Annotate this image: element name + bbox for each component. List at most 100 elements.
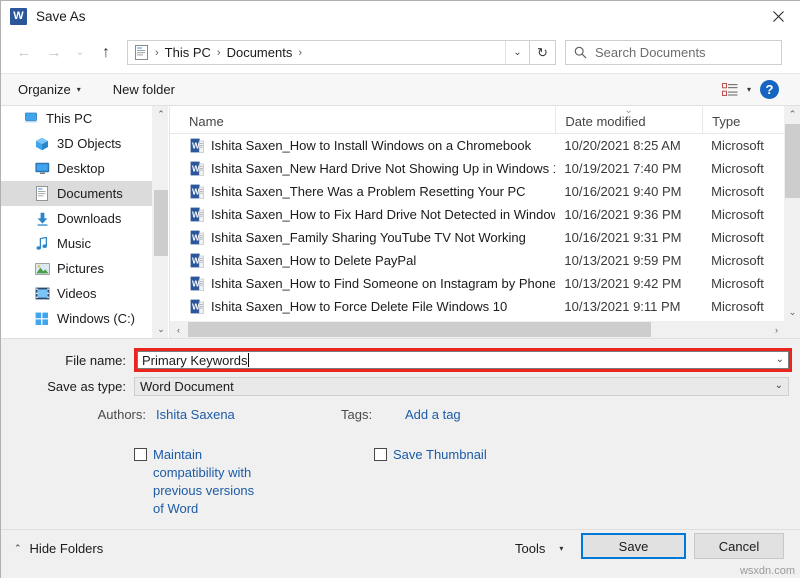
save-as-type-value: Word Document (140, 379, 234, 394)
sidebar-item-desktop[interactable]: Desktop (1, 156, 152, 181)
save-thumbnail-label: Save Thumbnail (393, 446, 487, 464)
scroll-down-chevron-down-icon[interactable]: ⌄ (153, 321, 169, 338)
save-thumbnail-checkbox[interactable] (374, 448, 387, 461)
sidebar-item-windows-c[interactable]: Windows (C:) (1, 306, 152, 331)
help-button[interactable]: ? (760, 80, 779, 99)
save-as-type-chevron-down-icon[interactable]: ⌄ (775, 380, 783, 391)
table-row[interactable]: W Ishita Saxen_How to Delete PayPal 10/1… (170, 249, 800, 272)
authors-value[interactable]: Ishita Saxena (156, 407, 235, 422)
sidebar-scrollbar-thumb[interactable] (154, 190, 168, 256)
save-thumbnail-checkbox-group[interactable]: Save Thumbnail (374, 446, 487, 464)
sidebar-item-3d-objects[interactable]: 3D Objects (1, 131, 152, 156)
svg-text:W: W (192, 187, 200, 196)
word-doc-icon: W (189, 299, 205, 315)
sidebar-scrollbar[interactable]: ⌃ ⌄ (152, 106, 168, 338)
save-button[interactable]: Save (581, 533, 686, 559)
view-options-icon[interactable] (722, 83, 738, 97)
file-date-modified: 10/20/2021 8:25 AM (555, 138, 702, 153)
scroll-right-chevron-right-icon[interactable]: › (768, 321, 785, 338)
up-arrow-icon[interactable]: ↑ (91, 38, 121, 68)
new-folder-button[interactable]: New folder (113, 82, 175, 97)
maintain-compatibility-checkbox[interactable] (134, 448, 147, 461)
search-input[interactable]: Search Documents (565, 40, 782, 65)
tools-button[interactable]: Tools ▾ (515, 541, 563, 556)
word-doc-icon: W (189, 184, 205, 200)
breadcrumb-separator: › (155, 47, 159, 59)
sidebar-item-downloads[interactable]: Downloads (1, 206, 152, 231)
table-row[interactable]: W Ishita Saxen_Family Sharing YouTube TV… (170, 226, 800, 249)
music-icon (34, 236, 50, 252)
scroll-left-chevron-left-icon[interactable]: ‹ (170, 321, 187, 338)
view-options-chevron-down-icon[interactable]: ▾ (747, 85, 751, 94)
file-date-modified: 10/16/2021 9:36 PM (555, 207, 702, 222)
sidebar-item-this-pc[interactable]: This PC (1, 106, 152, 131)
close-icon[interactable] (755, 1, 800, 32)
save-as-type-label: Save as type: (1, 379, 134, 394)
scroll-up-chevron-up-icon[interactable]: ⌃ (153, 106, 169, 123)
file-date-modified: 10/19/2021 7:40 PM (555, 161, 702, 176)
word-doc-icon: W (189, 276, 205, 292)
title-bar: W Save As (1, 1, 800, 32)
view-options-group: ▾ ? (722, 80, 793, 99)
sidebar-item-music[interactable]: Music (1, 231, 152, 256)
command-toolbar: Organize ▾ New folder ▾ ? (1, 73, 800, 106)
organize-label: Organize (18, 82, 71, 97)
save-as-type-select[interactable]: Word Document ⌄ (134, 377, 789, 396)
horizontal-scrollbar-thumb[interactable] (188, 322, 651, 337)
file-list-vertical-scrollbar[interactable]: ⌃ ⌄ (784, 106, 800, 338)
scroll-down-chevron-down-icon[interactable]: ⌄ (784, 304, 800, 321)
file-date-modified: 10/16/2021 9:31 PM (555, 230, 702, 245)
svg-text:W: W (192, 256, 200, 265)
drive-icon (34, 311, 50, 327)
table-row[interactable]: W Ishita Saxen_How to Install Windows on… (170, 134, 800, 157)
file-name-input[interactable]: Primary Keywords ⌄ (137, 351, 789, 369)
tags-label: Tags: (341, 407, 372, 422)
maintain-compatibility-label: Maintain compatibility with previous ver… (153, 446, 259, 518)
breadcrumb-chevron-down-icon[interactable]: ⌄ (505, 41, 529, 64)
forward-icon[interactable]: → (39, 38, 69, 68)
column-header-name[interactable]: Name (170, 105, 555, 133)
dialog-footer: ⌃ Hide Folders Tools ▾ Save Cancel wsxdn… (1, 529, 800, 578)
table-row[interactable]: W Ishita Saxen_There Was a Problem Reset… (170, 180, 800, 203)
word-doc-icon: W (189, 253, 205, 269)
hide-folders-button[interactable]: ⌃ Hide Folders (14, 541, 103, 556)
maintain-compatibility-checkbox-group[interactable]: Maintain compatibility with previous ver… (134, 446, 259, 518)
file-name: Ishita Saxen_How to Fix Hard Drive Not D… (211, 207, 555, 222)
this-pc-icon (23, 111, 39, 127)
breadcrumb-item-documents[interactable]: Documents (227, 45, 293, 60)
navigation-pane: This PC 3D Objects (1, 106, 152, 338)
sidebar-item-videos[interactable]: Videos (1, 281, 152, 306)
column-header-date-modified[interactable]: ⌄ Date modified (555, 105, 702, 133)
organize-button[interactable]: Organize ▾ (18, 82, 81, 97)
chevron-down-icon: ▾ (77, 85, 81, 94)
breadcrumb-item-this-pc[interactable]: This PC (165, 45, 211, 60)
chevron-down-icon: ▾ (559, 544, 563, 553)
file-scrollbar-thumb[interactable] (785, 124, 800, 198)
text-cursor (248, 353, 249, 367)
sidebar-item-pictures[interactable]: Pictures (1, 256, 152, 281)
recent-locations-chevron-down-icon[interactable]: ⌄ (69, 38, 91, 68)
back-icon[interactable]: ← (9, 38, 39, 68)
save-as-type-row: Save as type: Word Document ⌄ (1, 376, 800, 396)
file-name: Ishita Saxen_There Was a Problem Resetti… (211, 184, 555, 199)
file-date-modified: 10/13/2021 9:42 PM (555, 276, 702, 291)
downloads-icon (34, 211, 50, 227)
breadcrumb[interactable]: › This PC › Documents › ⌄ (127, 40, 530, 65)
table-row[interactable]: W Ishita Saxen_How to Force Delete File … (170, 295, 800, 318)
table-row[interactable]: W Ishita Saxen_How to Find Someone on In… (170, 272, 800, 295)
table-row[interactable]: W Ishita Saxen_How to Fix Hard Drive Not… (170, 203, 800, 226)
file-name-row: File name: Primary Keywords ⌄ (1, 348, 800, 372)
table-row[interactable]: W Ishita Saxen_New Hard Drive Not Showin… (170, 157, 800, 180)
cancel-button[interactable]: Cancel (694, 533, 784, 559)
breadcrumb-separator: › (298, 47, 302, 59)
sort-descending-icon: ⌄ (624, 105, 632, 116)
file-list-horizontal-scrollbar[interactable]: ‹ › (170, 321, 785, 338)
svg-text:W: W (192, 210, 200, 219)
refresh-icon[interactable]: ↻ (530, 40, 556, 65)
file-name-chevron-down-icon[interactable]: ⌄ (776, 354, 784, 365)
sidebar-item-documents[interactable]: Documents (1, 181, 152, 206)
navigation-bar: ← → ⌄ ↑ › This PC › Documents › ⌄ ↻ (1, 32, 800, 73)
file-name: Ishita Saxen_How to Delete PayPal (211, 253, 555, 268)
scroll-up-chevron-up-icon[interactable]: ⌃ (784, 106, 800, 123)
add-a-tag-link[interactable]: Add a tag (405, 407, 461, 422)
